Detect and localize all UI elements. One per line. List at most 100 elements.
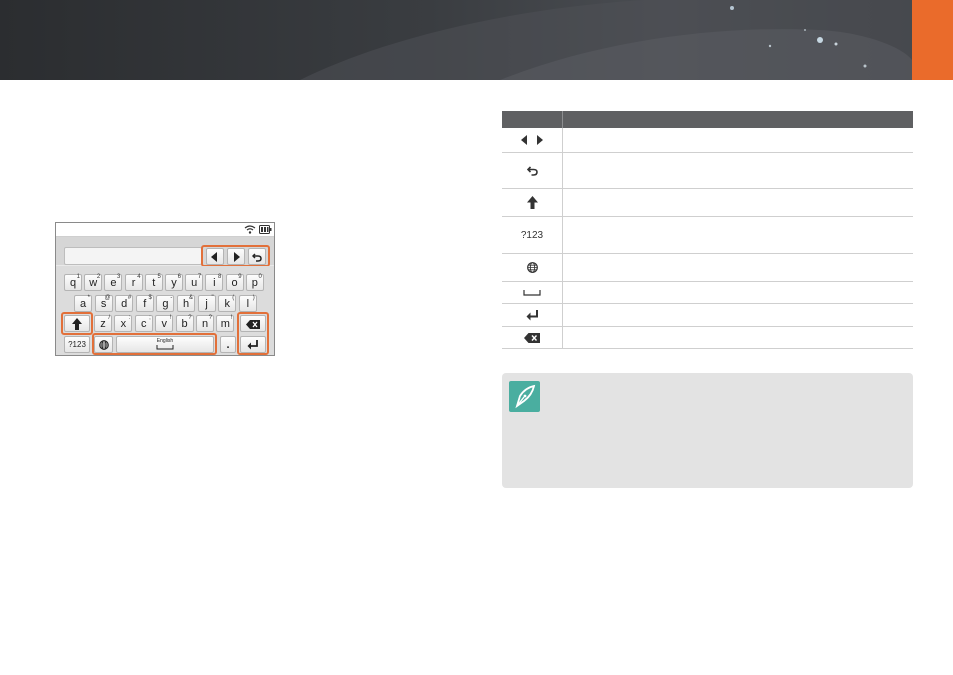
letter-key-o[interactable]: o9 [225, 274, 244, 291]
letter-key-i[interactable]: i8 [205, 274, 224, 291]
letter-key-l[interactable]: l) [238, 295, 257, 312]
backspace-enter-highlight [237, 312, 269, 355]
key-alt-label: : [128, 315, 131, 321]
key-label: b [181, 318, 188, 330]
icon-cell [502, 304, 563, 326]
enter-icon [526, 309, 538, 320]
table-row [502, 304, 913, 327]
key-alt-label: 1 [76, 274, 80, 280]
table-row: ?123 [502, 217, 913, 254]
key-alt-label: # [127, 295, 132, 301]
shift-highlight [61, 312, 93, 335]
letter-key-r[interactable]: r4 [124, 274, 143, 291]
letter-key-m[interactable]: m! [216, 315, 235, 332]
letter-key-p[interactable]: p0 [245, 274, 264, 291]
key-alt-label: 5 [157, 274, 161, 280]
globe-icon [526, 262, 538, 273]
icon-cell [502, 327, 563, 348]
table-row [502, 189, 913, 217]
key-alt-label: ( [232, 295, 235, 301]
key-label: y [171, 277, 177, 289]
letter-key-x[interactable]: x: [114, 315, 133, 332]
key-alt-label: ! [169, 315, 172, 321]
key-alt-label: 9 [238, 274, 242, 280]
letter-key-g[interactable]: g- [156, 295, 175, 312]
letter-key-v[interactable]: v! [155, 315, 174, 332]
letter-key-s[interactable]: s @ [94, 295, 113, 312]
key-label: x [120, 318, 127, 330]
key-label: c [141, 318, 147, 330]
key-alt-label: 4 [137, 274, 141, 280]
key-alt-label: 0 [258, 274, 262, 280]
icon-cell [502, 282, 563, 303]
header-banner [0, 0, 953, 80]
icon-cell-text: ?123 [502, 217, 563, 253]
key-alt-label: " [211, 295, 214, 301]
letter-key-d[interactable]: d # [115, 295, 134, 312]
number-mode-key[interactable]: ?123 [64, 336, 90, 353]
letter-key-a[interactable]: a * [74, 295, 92, 312]
letter-key-w[interactable]: w2 [84, 274, 103, 291]
letter-key-q[interactable]: q1 [64, 274, 82, 291]
key-label: t [152, 277, 156, 289]
space-highlight [92, 333, 217, 355]
wifi-icon [244, 225, 256, 234]
space-icon [523, 289, 541, 296]
key-label: k [224, 298, 230, 310]
letter-key-y[interactable]: y6 [165, 274, 183, 291]
table-header [502, 111, 913, 128]
key-label: o [231, 277, 238, 289]
letter-key-t[interactable]: t5 [144, 274, 163, 291]
key-label: q [69, 277, 77, 289]
key-label: n [201, 318, 209, 330]
table-row [502, 282, 913, 304]
shift-arrow-icon [526, 196, 538, 209]
nav-keys-highlight [201, 245, 270, 267]
letter-key-e[interactable]: e3 [104, 274, 123, 291]
key-label: z [100, 318, 106, 330]
key-alt-label: * [87, 295, 90, 301]
key-label: e [110, 277, 117, 289]
key-label: d [121, 298, 128, 310]
key-label: a [79, 298, 87, 310]
text-input-field[interactable] [64, 247, 202, 265]
letter-key-n[interactable]: n? [196, 315, 214, 332]
icon-cell [502, 153, 563, 188]
period-key[interactable]: . [220, 336, 236, 353]
key-label: u [191, 277, 198, 289]
letter-key-c[interactable]: c; [134, 315, 153, 332]
banner-graphic [300, 0, 953, 80]
key-label: p [251, 277, 258, 289]
key-label: m [220, 318, 230, 330]
key-alt-label: 7 [197, 274, 202, 280]
letter-key-k[interactable]: k( [218, 295, 237, 312]
key-label: r [131, 277, 136, 289]
note-badge [509, 381, 540, 412]
letter-key-h[interactable]: h & [177, 295, 195, 312]
key-label: v [161, 318, 167, 330]
letter-key-z[interactable]: z / [94, 315, 112, 332]
key-label: l [246, 298, 250, 310]
key-alt-label: $ [148, 295, 152, 301]
letter-key-j[interactable]: j " [197, 295, 216, 312]
note-box [502, 373, 913, 488]
key-alt-label: 3 [117, 274, 121, 280]
backspace-icon [524, 332, 540, 343]
key-label: j [205, 298, 208, 310]
key-alt-label: ! [230, 315, 233, 321]
icon-cell [502, 189, 563, 216]
battery-icon [259, 225, 272, 234]
letter-key-u[interactable]: u7 [185, 274, 204, 291]
letter-key-b[interactable]: b? [175, 315, 194, 332]
undo-icon [526, 166, 538, 176]
key-label: g [162, 298, 169, 310]
table-row [502, 327, 913, 349]
status-bar [56, 223, 274, 237]
table-row [502, 254, 913, 282]
key-alt-label: - [170, 295, 173, 301]
chapter-tab [912, 0, 953, 80]
key-label: f [143, 298, 147, 310]
key-reference-table: ?123 [502, 111, 913, 349]
key-alt-label: / [108, 315, 110, 321]
letter-key-f[interactable]: f $ [135, 295, 154, 312]
